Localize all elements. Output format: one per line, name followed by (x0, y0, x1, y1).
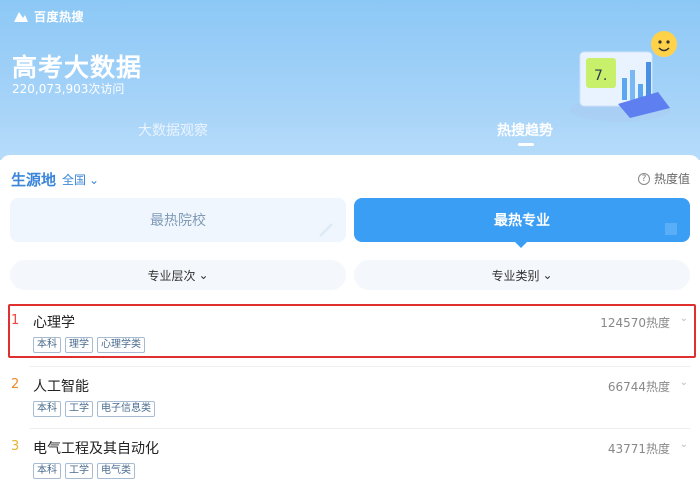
segment-hottest-majors[interactable]: 最热专业 (354, 198, 690, 242)
rank-number: 3 (11, 439, 20, 454)
data-chart-illustration-icon: 7. (570, 31, 677, 122)
heat-value: 43771热度 (607, 442, 670, 456)
filter-label: 专业层次 (147, 268, 196, 283)
list-item[interactable]: 3 电气工程及其自动化 43771热度 ⌄ 本科 工学 电气类 (0, 433, 700, 490)
tag: 本科 (33, 401, 61, 417)
filter-major-category[interactable]: 专业类别 ⌄ (354, 260, 690, 290)
origin-label: 生源地 (11, 171, 57, 189)
heat-value: 66744热度 (607, 380, 670, 394)
segment-decoration-icon (665, 223, 677, 235)
origin-value: 全国 (62, 173, 87, 187)
svg-text:7.: 7. (594, 68, 607, 84)
active-tab-indicator (518, 143, 534, 146)
highlight-box (8, 304, 696, 358)
chevron-down-icon: ⌄ (198, 268, 209, 282)
rank-number: 2 (11, 377, 20, 392)
visit-count: 220,073,903次访问 (12, 82, 125, 96)
chevron-down-icon: ⌄ (542, 268, 553, 282)
tag: 工学 (65, 463, 93, 479)
segment-decoration-icon (319, 223, 333, 237)
origin-selector[interactable]: 全国 ⌄ (62, 171, 99, 188)
tag: 电子信息类 (97, 401, 155, 417)
list-item[interactable]: 2 人工智能 66744热度 ⌄ 本科 工学 电子信息类 (0, 371, 700, 431)
chevron-down-icon[interactable]: ⌄ (680, 439, 688, 450)
filter-label: 专业类别 (491, 268, 540, 283)
page-title: 高考大数据 (12, 53, 143, 82)
tab-big-data-observation[interactable]: 大数据观察 (138, 120, 208, 140)
filter-major-level[interactable]: 专业层次 ⌄ (10, 260, 346, 290)
heat-value-help[interactable]: ? 热度值 (637, 170, 690, 187)
tag-list: 本科 工学 电子信息类 (33, 401, 155, 417)
baidu-hot-logo-icon (14, 11, 28, 22)
segment-label: 最热院校 (150, 213, 206, 229)
major-name: 人工智能 (33, 379, 89, 395)
segment-pointer (514, 241, 528, 248)
brand-name: 百度热搜 (34, 10, 85, 24)
tab-hot-search-trend[interactable]: 热搜趋势 (497, 120, 553, 140)
divider (30, 428, 690, 429)
chevron-down-icon[interactable]: ⌄ (680, 377, 688, 388)
segment-label: 最热专业 (494, 213, 550, 229)
segment-hottest-schools[interactable]: 最热院校 (10, 198, 346, 242)
ranking-panel: 生源地 全国 ⌄ ? 热度值 最热院校 最热专业 专业层次 ⌄ 专业类别 ⌄ 1… (0, 155, 700, 490)
header-banner: 百度热搜 高考大数据 220,073,903次访问 大数据观察 热搜趋势 7. (0, 0, 700, 160)
tag: 工学 (65, 401, 93, 417)
tag: 电气类 (97, 463, 135, 479)
brand[interactable]: 百度热搜 (12, 8, 84, 25)
tag-list: 本科 工学 电气类 (33, 463, 135, 479)
question-mark-icon: ? (637, 172, 650, 185)
heat-help-label: 热度值 (653, 172, 690, 186)
chevron-down-icon: ⌄ (89, 172, 100, 187)
major-name: 电气工程及其自动化 (33, 441, 159, 457)
tag: 本科 (33, 463, 61, 479)
divider (30, 366, 690, 367)
